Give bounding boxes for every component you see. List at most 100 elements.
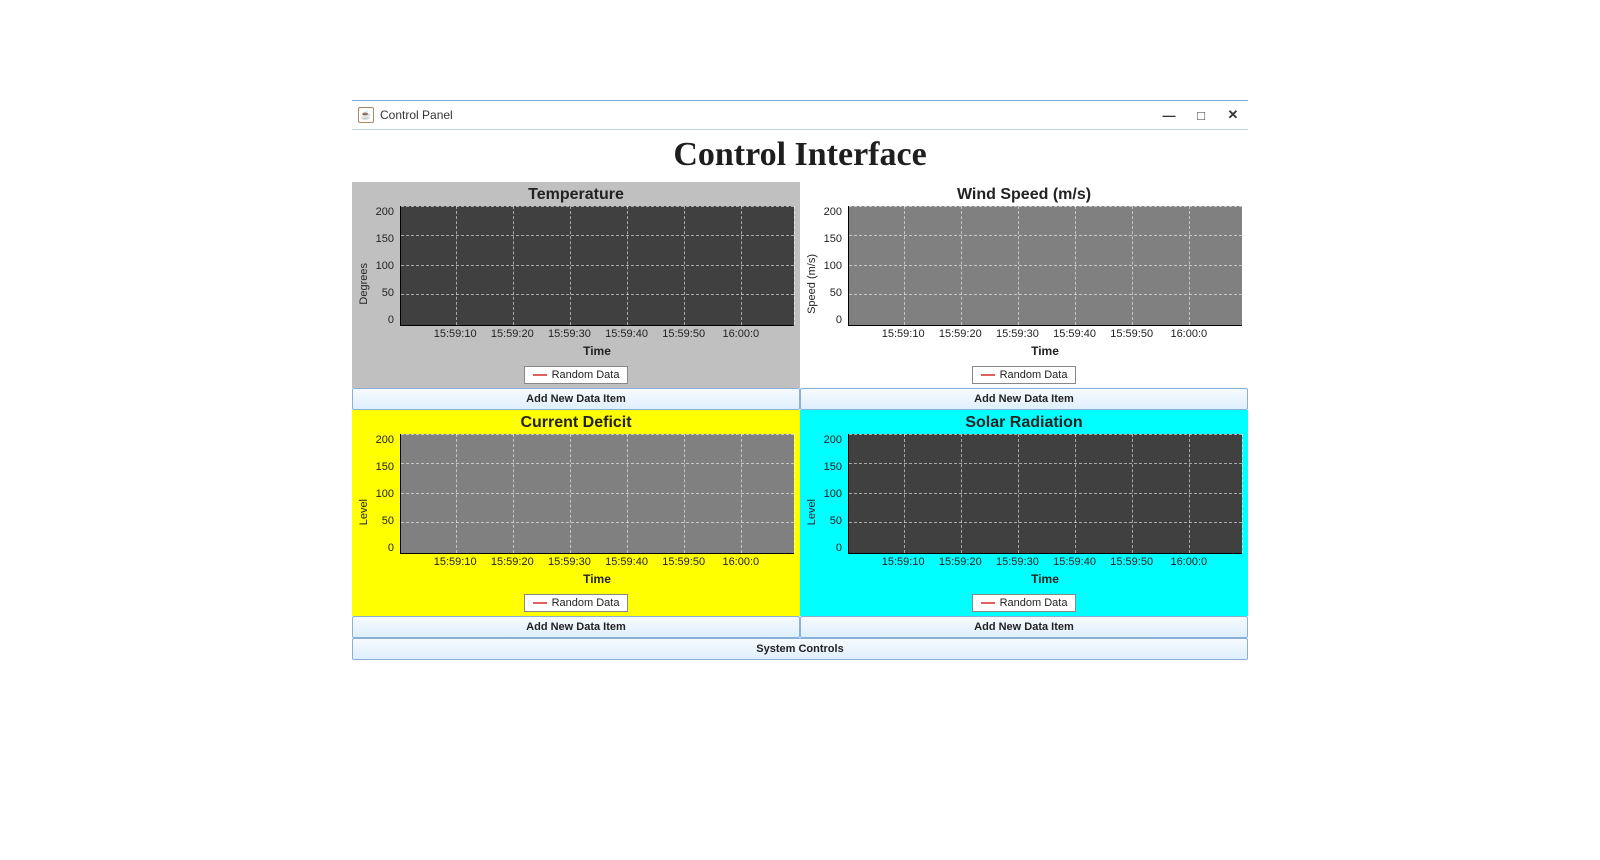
y-axis-label: Degrees	[358, 263, 370, 305]
x-tick: 15:59:50	[662, 328, 705, 340]
y-axis-label: Level	[358, 499, 370, 525]
titlebar: ☕ Control Panel — □ ✕	[352, 101, 1248, 129]
bottom-bar: System Controls	[352, 638, 1248, 660]
x-axis-label: Time	[400, 570, 794, 590]
y-tick: 150	[820, 233, 842, 245]
legend: Random Data	[524, 366, 629, 384]
gridline	[401, 463, 794, 464]
add-data-button[interactable]: Add New Data Item	[352, 388, 800, 410]
y-tick: 150	[372, 233, 394, 245]
window-title: Control Panel	[380, 108, 1162, 122]
y-tick: 0	[820, 542, 842, 554]
gridline	[904, 206, 905, 325]
x-tick: 15:59:20	[491, 328, 534, 340]
x-axis: 15:59:1015:59:2015:59:3015:59:4015:59:50…	[848, 556, 1242, 570]
legend-label: Random Data	[552, 597, 620, 609]
y-tick: 0	[372, 542, 394, 554]
gridline	[401, 434, 794, 435]
x-axis: 15:59:1015:59:2015:59:3015:59:4015:59:50…	[848, 328, 1242, 342]
gridline	[849, 463, 1242, 464]
chart-area: Speed (m/s)20015010050015:59:1015:59:201…	[800, 206, 1248, 364]
x-tick: 15:59:40	[1053, 556, 1096, 568]
legend: Random Data	[524, 594, 629, 612]
system-controls-button[interactable]: System Controls	[352, 638, 1248, 660]
gridline	[627, 434, 628, 553]
x-axis-label: Time	[848, 570, 1242, 590]
chart-area: Level20015010050015:59:1015:59:2015:59:3…	[352, 434, 800, 592]
legend-label: Random Data	[1000, 369, 1068, 381]
panel-title: Temperature	[352, 182, 800, 206]
gridline	[849, 206, 1242, 207]
y-axis-label: Level	[806, 499, 818, 525]
add-data-button[interactable]: Add New Data Item	[800, 388, 1248, 410]
gridline	[849, 493, 1242, 494]
y-tick: 100	[820, 260, 842, 272]
panel-solar-radiation: Solar RadiationLevel20015010050015:59:10…	[800, 410, 1248, 616]
legend-swatch	[533, 602, 547, 604]
page-title: Control Interface	[352, 130, 1248, 182]
y-tick: 200	[372, 206, 394, 218]
minimize-button[interactable]: —	[1162, 108, 1176, 122]
x-tick: 16:00:0	[722, 328, 759, 340]
x-axis: 15:59:1015:59:2015:59:3015:59:4015:59:50…	[400, 328, 794, 342]
x-tick: 15:59:10	[882, 328, 925, 340]
x-axis-label: Time	[848, 342, 1242, 362]
gridline	[570, 206, 571, 325]
x-tick: 15:59:50	[662, 556, 705, 568]
gridline	[627, 206, 628, 325]
add-data-button[interactable]: Add New Data Item	[800, 616, 1248, 638]
x-tick: 15:59:20	[939, 556, 982, 568]
gridline	[849, 434, 1242, 435]
java-icon: ☕	[358, 107, 374, 123]
gridline	[1132, 206, 1133, 325]
legend-swatch	[981, 602, 995, 604]
window-controls: — □ ✕	[1162, 108, 1242, 122]
gridline	[570, 434, 571, 553]
y-axis-label: Speed (m/s)	[806, 254, 818, 314]
x-tick: 16:00:0	[722, 556, 759, 568]
y-tick: 150	[372, 461, 394, 473]
y-tick: 0	[372, 314, 394, 326]
gridline	[849, 294, 1242, 295]
app-window: ☕ Control Panel — □ ✕ Control Interface …	[352, 100, 1248, 660]
y-tick: 50	[372, 287, 394, 299]
x-tick: 15:59:30	[548, 556, 591, 568]
y-tick: 50	[820, 515, 842, 527]
maximize-button[interactable]: □	[1194, 108, 1208, 122]
gridline	[401, 493, 794, 494]
x-tick: 15:59:50	[1110, 556, 1153, 568]
legend: Random Data	[972, 366, 1077, 384]
legend-label: Random Data	[552, 369, 620, 381]
gridline	[1075, 206, 1076, 325]
close-button[interactable]: ✕	[1226, 108, 1240, 122]
plot-area	[400, 206, 794, 326]
button-row: Add New Data ItemAdd New Data Item	[352, 616, 1248, 638]
gridline	[1132, 434, 1133, 553]
panel-title: Wind Speed (m/s)	[800, 182, 1248, 206]
gridline	[961, 434, 962, 553]
y-tick: 0	[820, 314, 842, 326]
y-tick: 200	[372, 434, 394, 446]
gridline	[1018, 206, 1019, 325]
x-tick: 15:59:20	[491, 556, 534, 568]
y-tick: 100	[372, 488, 394, 500]
plot-area	[848, 206, 1242, 326]
x-tick: 15:59:30	[996, 556, 1039, 568]
gridline	[401, 522, 794, 523]
add-data-button[interactable]: Add New Data Item	[352, 616, 800, 638]
x-tick: 16:00:0	[1170, 328, 1207, 340]
button-row: Add New Data ItemAdd New Data Item	[352, 388, 1248, 410]
gridline	[741, 434, 742, 553]
legend: Random Data	[972, 594, 1077, 612]
x-tick: 15:59:50	[1110, 328, 1153, 340]
chart-area: Level20015010050015:59:1015:59:2015:59:3…	[800, 434, 1248, 592]
gridline	[904, 434, 905, 553]
y-tick: 150	[820, 461, 842, 473]
charts-grid: Temperature Degrees 200 150 100 50 0 15:59:10 15…	[352, 182, 1248, 638]
y-axis: 200150100500	[820, 206, 846, 326]
x-tick: 15:59:40	[605, 328, 648, 340]
y-tick: 200	[820, 434, 842, 446]
panel-temperature: TemperatureDegrees20015010050015:59:1015…	[352, 182, 800, 388]
x-tick: 15:59:20	[939, 328, 982, 340]
panel-current-deficit: Current DeficitLevel20015010050015:59:10…	[352, 410, 800, 616]
